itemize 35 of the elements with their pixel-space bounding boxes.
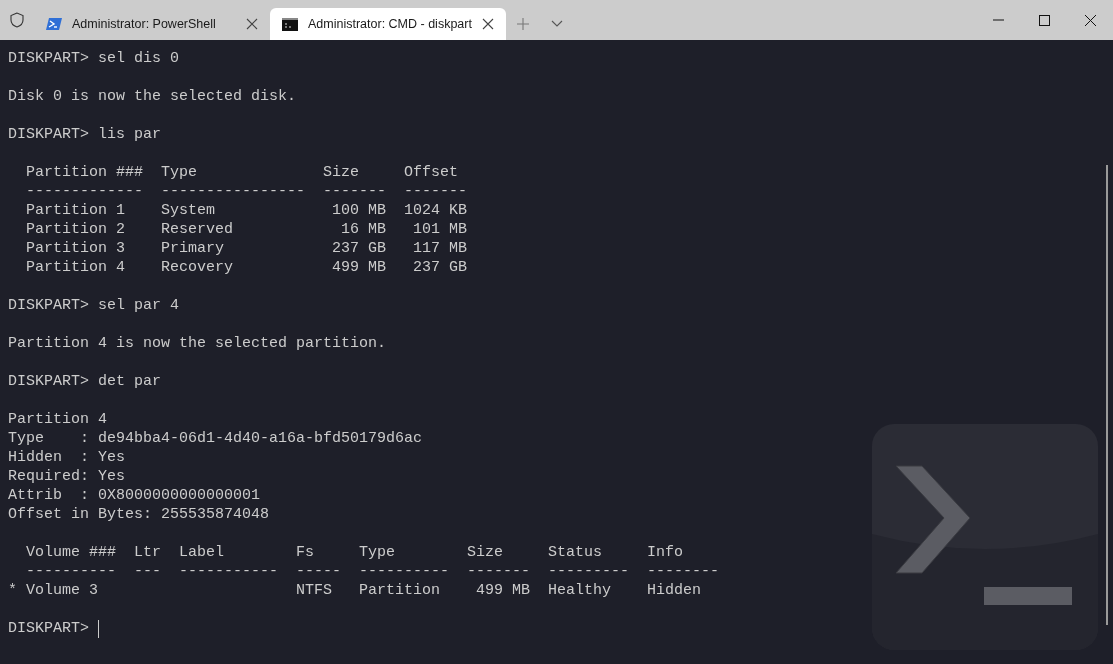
- terminal-line: ---------- --- ----------- ----- ---------- ------- --------- --------: [25, 562, 720, 581]
- terminal-line: Required: Yes: [8, 467, 126, 486]
- terminal-line: Partition 4 is now the selected partition.: [8, 334, 387, 353]
- terminal-line: Partition 2 Reserved 16 MB 101 MB: [25, 220, 468, 239]
- terminal-line: Partition 4 Recovery 499 MB 237 GB: [25, 258, 468, 277]
- text-cursor: [98, 619, 99, 638]
- terminal-line: DISKPART> sel par 4: [8, 296, 180, 315]
- chevron-down-icon[interactable]: [551, 20, 563, 28]
- tab[interactable]: Administrator: PowerShell: [34, 8, 270, 40]
- shield-icon[interactable]: [10, 12, 24, 28]
- terminal-line: Volume ### Ltr Label Fs Type Size Status Info: [25, 543, 684, 562]
- terminal-line: Partition 4: [8, 410, 108, 429]
- close-icon[interactable]: [1084, 14, 1096, 26]
- close-tab-icon[interactable]: [246, 18, 258, 30]
- command-prompt: DISKPART>: [8, 619, 90, 638]
- terminal-line: Partition 3 Primary 237 GB 117 MB: [25, 239, 468, 258]
- tab[interactable]: Administrator: CMD - diskpart: [270, 8, 506, 40]
- terminal-line: DISKPART> det par: [8, 372, 162, 391]
- terminal-line: * Volume 3 NTFS Partition 499 MB Healthy Hidden: [8, 581, 702, 600]
- close-tab-icon[interactable]: [482, 18, 494, 30]
- minimize-icon[interactable]: [992, 19, 1004, 21]
- maximize-icon[interactable]: [1038, 14, 1050, 26]
- powershell-icon: [46, 17, 62, 31]
- terminal-line: Partition ### Type Size Offset: [25, 163, 459, 182]
- terminal-line: Disk 0 is now the selected disk.: [8, 87, 297, 106]
- command-prompt-icon: [282, 17, 298, 31]
- terminal-line: Hidden : Yes: [8, 448, 126, 467]
- terminal-line: Attrib : 0X8000000000000001: [8, 486, 261, 505]
- terminal-line: Partition 1 System 100 MB 1024 KB: [25, 201, 468, 220]
- terminal-line: DISKPART> sel dis 0: [8, 49, 180, 68]
- scrollbar[interactable]: [1106, 165, 1108, 625]
- terminal-line: ------------- ---------------- ------- -------: [25, 182, 468, 201]
- terminal-line: DISKPART> lis par: [8, 125, 162, 144]
- terminal-line: Type : de94bba4-06d1-4d40-a16a-bfd50179d6ac: [8, 429, 423, 448]
- terminal-line: Offset in Bytes: 255535874048: [8, 505, 270, 524]
